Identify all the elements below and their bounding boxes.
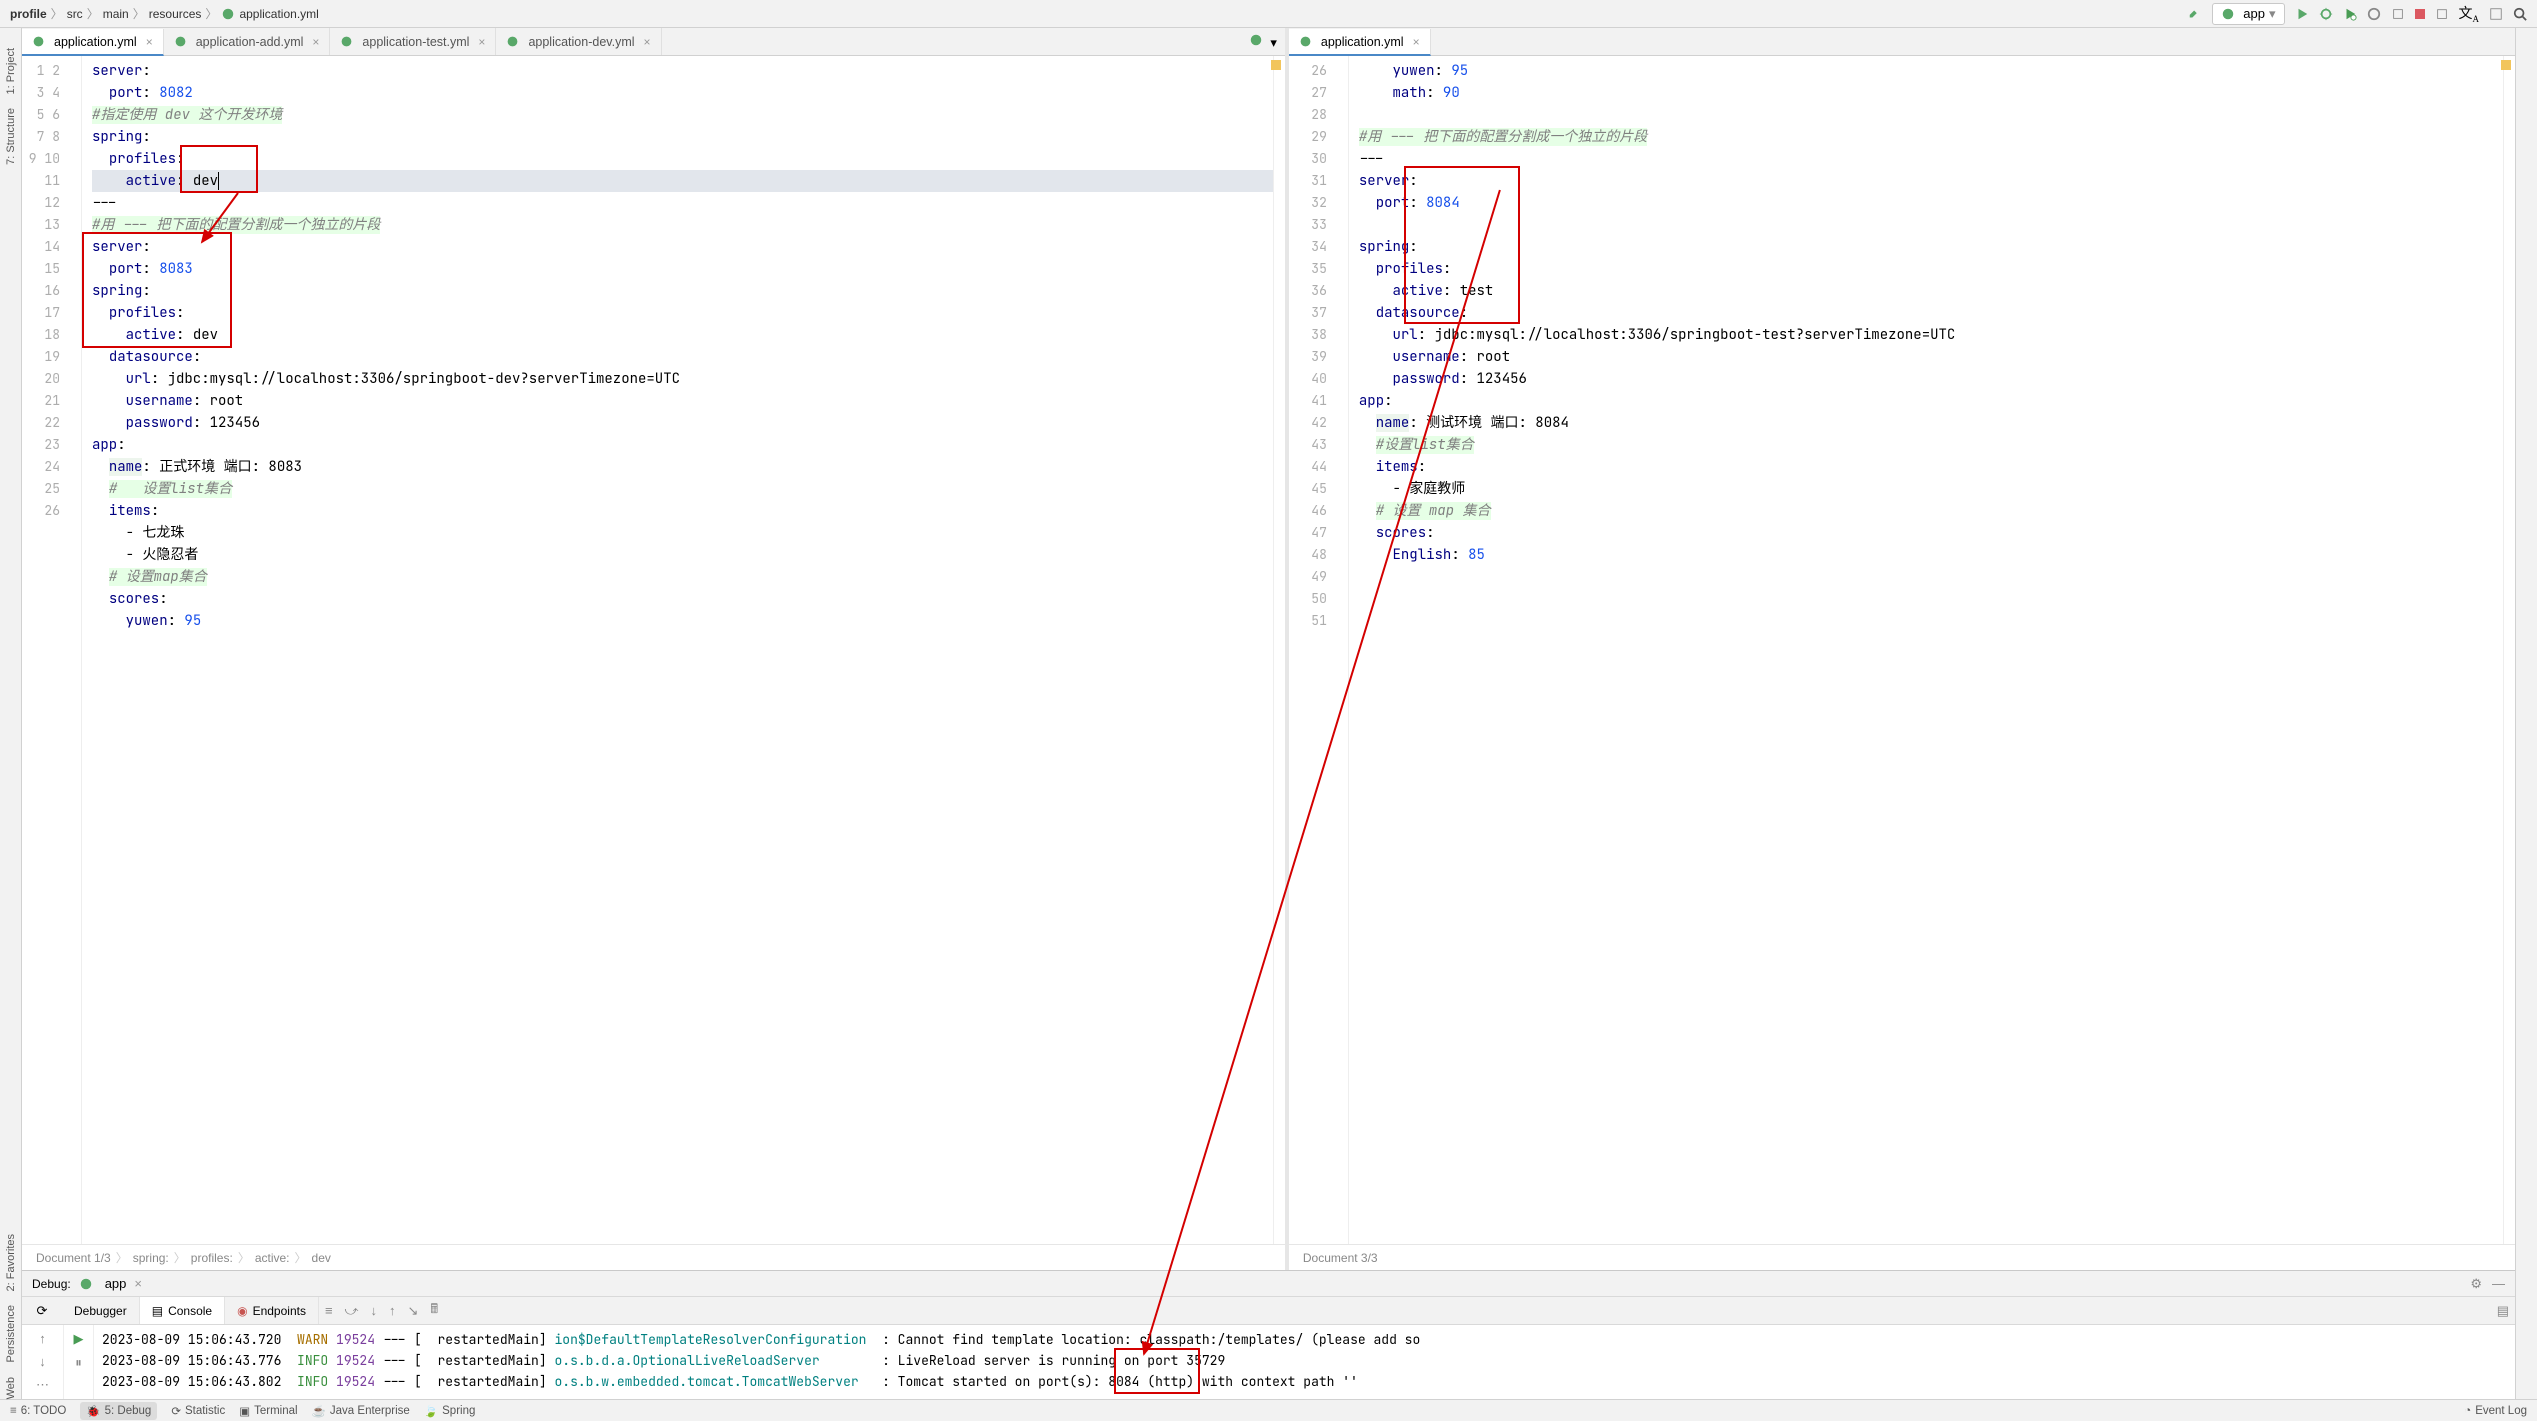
status-statistic[interactable]: ⟳ Statistic	[171, 1404, 225, 1418]
coverage-icon[interactable]	[2343, 7, 2357, 21]
more-icon[interactable]: ⋯	[36, 1377, 49, 1393]
console-output[interactable]: 2023-08-09 15:06:43.720 WARN 19524 --- […	[94, 1325, 2515, 1399]
run-icon[interactable]	[2295, 7, 2309, 21]
close-icon[interactable]: ×	[146, 35, 153, 49]
status-todo[interactable]: ≡ 6: TODO	[10, 1405, 66, 1417]
minimize-icon[interactable]: —	[2492, 1276, 2505, 1292]
editor-pane-left: application.yml×application-add.yml×appl…	[22, 28, 1289, 1270]
step-over-icon[interactable]: ⤻	[339, 1303, 365, 1319]
translate-icon[interactable]: 文A	[2459, 3, 2480, 24]
spring-leaf-icon	[2221, 7, 2235, 21]
editor-tab[interactable]: application.yml×	[1289, 29, 1431, 56]
status-event-log[interactable]: ◔ Event Log	[2464, 1405, 2527, 1417]
endpoints-tab[interactable]: ◉ Endpoints	[225, 1297, 319, 1324]
editor-tab[interactable]: application-dev.yml×	[496, 28, 661, 55]
console-gutter: ↑ ↓ ⋯	[22, 1325, 64, 1399]
debug-icon[interactable]	[2319, 7, 2333, 21]
recent-files-dropdown[interactable]: ▾	[1241, 33, 1285, 51]
breadcrumb-editor-right[interactable]: Document 3/3	[1289, 1244, 2515, 1270]
breadcrumb[interactable]: profile 〉src 〉main 〉resources 〉 applicat…	[10, 5, 319, 22]
code-editor-right[interactable]: yuwen: 95 math: 90 #用 --- 把下面的配置分割成一个独立的…	[1349, 56, 2503, 1244]
warning-marker-icon[interactable]	[1271, 60, 1281, 70]
spring-leaf-icon	[79, 1277, 93, 1291]
close-icon[interactable]: ×	[1413, 35, 1420, 49]
editor-pane-right: application.yml× 26 27 28 29 30 31 32 33…	[1289, 28, 2515, 1270]
rerun-icon[interactable]: ⟳	[22, 1303, 62, 1319]
status-debug[interactable]: 🐞 5: Debug	[80, 1402, 157, 1420]
attach-icon[interactable]	[2391, 7, 2405, 21]
breadcrumb-root[interactable]: profile	[10, 7, 47, 21]
editor-tabs-left: application.yml×application-add.yml×appl…	[22, 28, 1285, 56]
run-configuration-selector[interactable]: app▾	[2212, 3, 2284, 25]
console-settings-icon[interactable]: ▤	[2491, 1303, 2515, 1319]
debug-tool-window: Debug: app × ⚙ — ⟳ Debugger ▤ Console	[22, 1270, 2515, 1399]
debugger-tab[interactable]: Debugger	[62, 1297, 140, 1324]
code-editor-left[interactable]: server: port: 8082 #指定使用 dev 这个开发环境 spri…	[82, 56, 1273, 1244]
step-into-icon[interactable]: ↓	[364, 1303, 383, 1318]
scroll-up-icon[interactable]: ↑	[39, 1331, 46, 1346]
warning-marker-icon[interactable]	[2501, 60, 2511, 70]
editor-tab[interactable]: application.yml×	[22, 29, 164, 56]
debug-config-name: app	[105, 1276, 127, 1291]
search-everywhere-icon[interactable]	[2513, 7, 2527, 21]
persistence-tool-tab[interactable]: Persistence	[5, 1305, 17, 1362]
status-terminal[interactable]: ▣ Terminal	[239, 1404, 297, 1418]
endpoints-icon: ◉	[237, 1304, 247, 1318]
close-icon[interactable]: ×	[644, 35, 651, 49]
editor-tab[interactable]: application-add.yml×	[164, 28, 331, 55]
right-tool-strip	[2515, 28, 2537, 1399]
run-to-cursor-icon[interactable]: ↘	[401, 1303, 424, 1319]
stop-icon[interactable]	[2415, 9, 2425, 19]
status-java-enterprise[interactable]: ☕ Java Enterprise	[312, 1404, 410, 1418]
layout-icon[interactable]	[2489, 7, 2503, 21]
close-icon[interactable]: ×	[312, 35, 319, 49]
profile-icon[interactable]	[2367, 7, 2381, 21]
yml-file-icon	[221, 7, 235, 21]
editor-tab[interactable]: application-test.yml×	[330, 28, 496, 55]
step-out-icon[interactable]: ↑	[383, 1303, 402, 1318]
pause-icon[interactable]: ⏸	[75, 1355, 82, 1371]
breadcrumb-editor-left[interactable]: Document 1/3〉spring:〉profiles:〉active:〉d…	[22, 1244, 1285, 1270]
debug-title: Debug:	[32, 1277, 71, 1291]
scroll-down-icon[interactable]: ↓	[39, 1354, 46, 1369]
settings-icon[interactable]: ⚙	[2470, 1276, 2482, 1292]
close-icon[interactable]: ×	[134, 1276, 142, 1291]
console-tab[interactable]: ▤ Console	[140, 1297, 225, 1324]
evaluate-icon[interactable]: 🖩	[424, 1300, 444, 1322]
favorites-tool-tab[interactable]: 2: Favorites	[5, 1234, 17, 1291]
structure-tool-tab[interactable]: 7: Structure	[5, 108, 17, 165]
git-icon[interactable]	[2435, 7, 2449, 21]
debug-tabs: ⟳ Debugger ▤ Console ◉ Endpoints ≡ ⤻ ↓ ↑…	[22, 1297, 2515, 1325]
debug-toolbar-icon[interactable]: ≡	[319, 1303, 339, 1318]
status-spring[interactable]: 🍃 Spring	[424, 1404, 476, 1418]
editor-tabs-right: application.yml×	[1289, 28, 2515, 56]
web-tool-tab[interactable]: Web	[5, 1377, 17, 1399]
console-icon: ▤	[152, 1304, 163, 1318]
close-icon[interactable]: ×	[478, 35, 485, 49]
project-tool-tab[interactable]: 1: Project	[5, 48, 17, 94]
resume-icon[interactable]: ▶	[74, 1331, 84, 1347]
status-bar: ≡ 6: TODO 🐞 5: Debug ⟳ Statistic ▣ Termi…	[0, 1399, 2537, 1421]
hammer-build-icon[interactable]	[2188, 7, 2202, 21]
top-toolbar: profile 〉src 〉main 〉resources 〉 applicat…	[0, 0, 2537, 28]
left-tool-strip: 1: Project 7: Structure 2: Favorites Per…	[0, 28, 22, 1399]
